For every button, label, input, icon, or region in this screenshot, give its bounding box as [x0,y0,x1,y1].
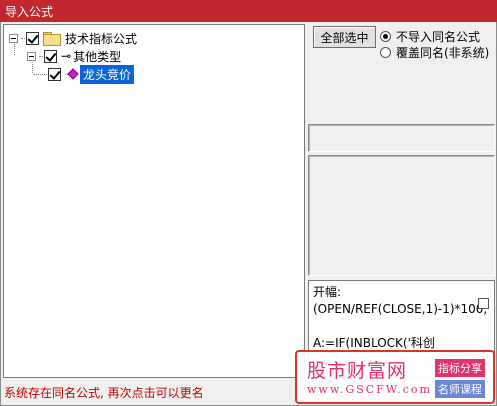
radio-unselected-icon[interactable] [380,47,391,58]
watermark-logo: 股市财富网 www.GSCFW.com 指标分享 名师课程 [295,350,495,404]
tree-node-label-selected[interactable]: 龙头竞价 [80,64,135,84]
radio-skip-duplicates[interactable]: 不导入同名公式 [380,28,480,45]
dialog-body: 技术指标公式 ⊸ 其他类型 龙头竞价 全部选中 不导入同名公式 覆盖同名(非系统… [0,22,497,406]
watermark-title: 股市财富网 [307,360,408,382]
collapse-icon[interactable] [9,33,18,43]
radio-overwrite-duplicates[interactable]: 覆盖同名(非系统) [380,44,489,61]
collapse-icon[interactable] [27,51,36,61]
key-icon: ⊸ [61,49,71,63]
info-field [308,124,495,152]
formula-text: 开幅:(OPEN/REF(CLOSE,1)-1)*100; A:=IF(INBL… [313,285,488,350]
tree-node-leaf[interactable]: 龙头竞价 [33,64,135,84]
radio-selected-icon[interactable] [380,31,391,42]
tree-connector [39,55,43,57]
status-message: 系统存在同名公式, 再次点击可以更名 [4,386,204,400]
folder-icon [43,32,61,46]
tree-node-root[interactable]: 技术指标公式 [9,29,137,47]
child-checkbox[interactable] [44,49,57,63]
watermark-tag: 指标分享 [435,359,485,377]
watermark-url: www.GSCFW.com [307,383,432,396]
window-title: 导入公式 [5,5,54,19]
tree-connector [33,73,47,75]
formula-tree[interactable]: 技术指标公式 ⊸ 其他类型 龙头竞价 [3,24,305,378]
tree-node-label: 其他类型 [73,49,122,64]
watermark-tag: 名师课程 [435,380,485,398]
root-checkbox[interactable] [26,31,39,45]
radio-label: 不导入同名公式 [396,30,481,44]
tree-connector [21,37,25,39]
description-area [308,155,495,276]
tree-node-child[interactable]: ⊸ 其他类型 [27,47,121,65]
select-all-button[interactable]: 全部选中 [313,26,376,48]
tree-node-label: 技术指标公式 [65,31,138,46]
formula-icon [67,68,79,80]
leaf-checkbox[interactable] [48,67,61,81]
formula-checkbox[interactable] [478,298,489,309]
radio-label: 覆盖同名(非系统) [396,46,490,60]
title-bar: 导入公式 [0,0,497,22]
